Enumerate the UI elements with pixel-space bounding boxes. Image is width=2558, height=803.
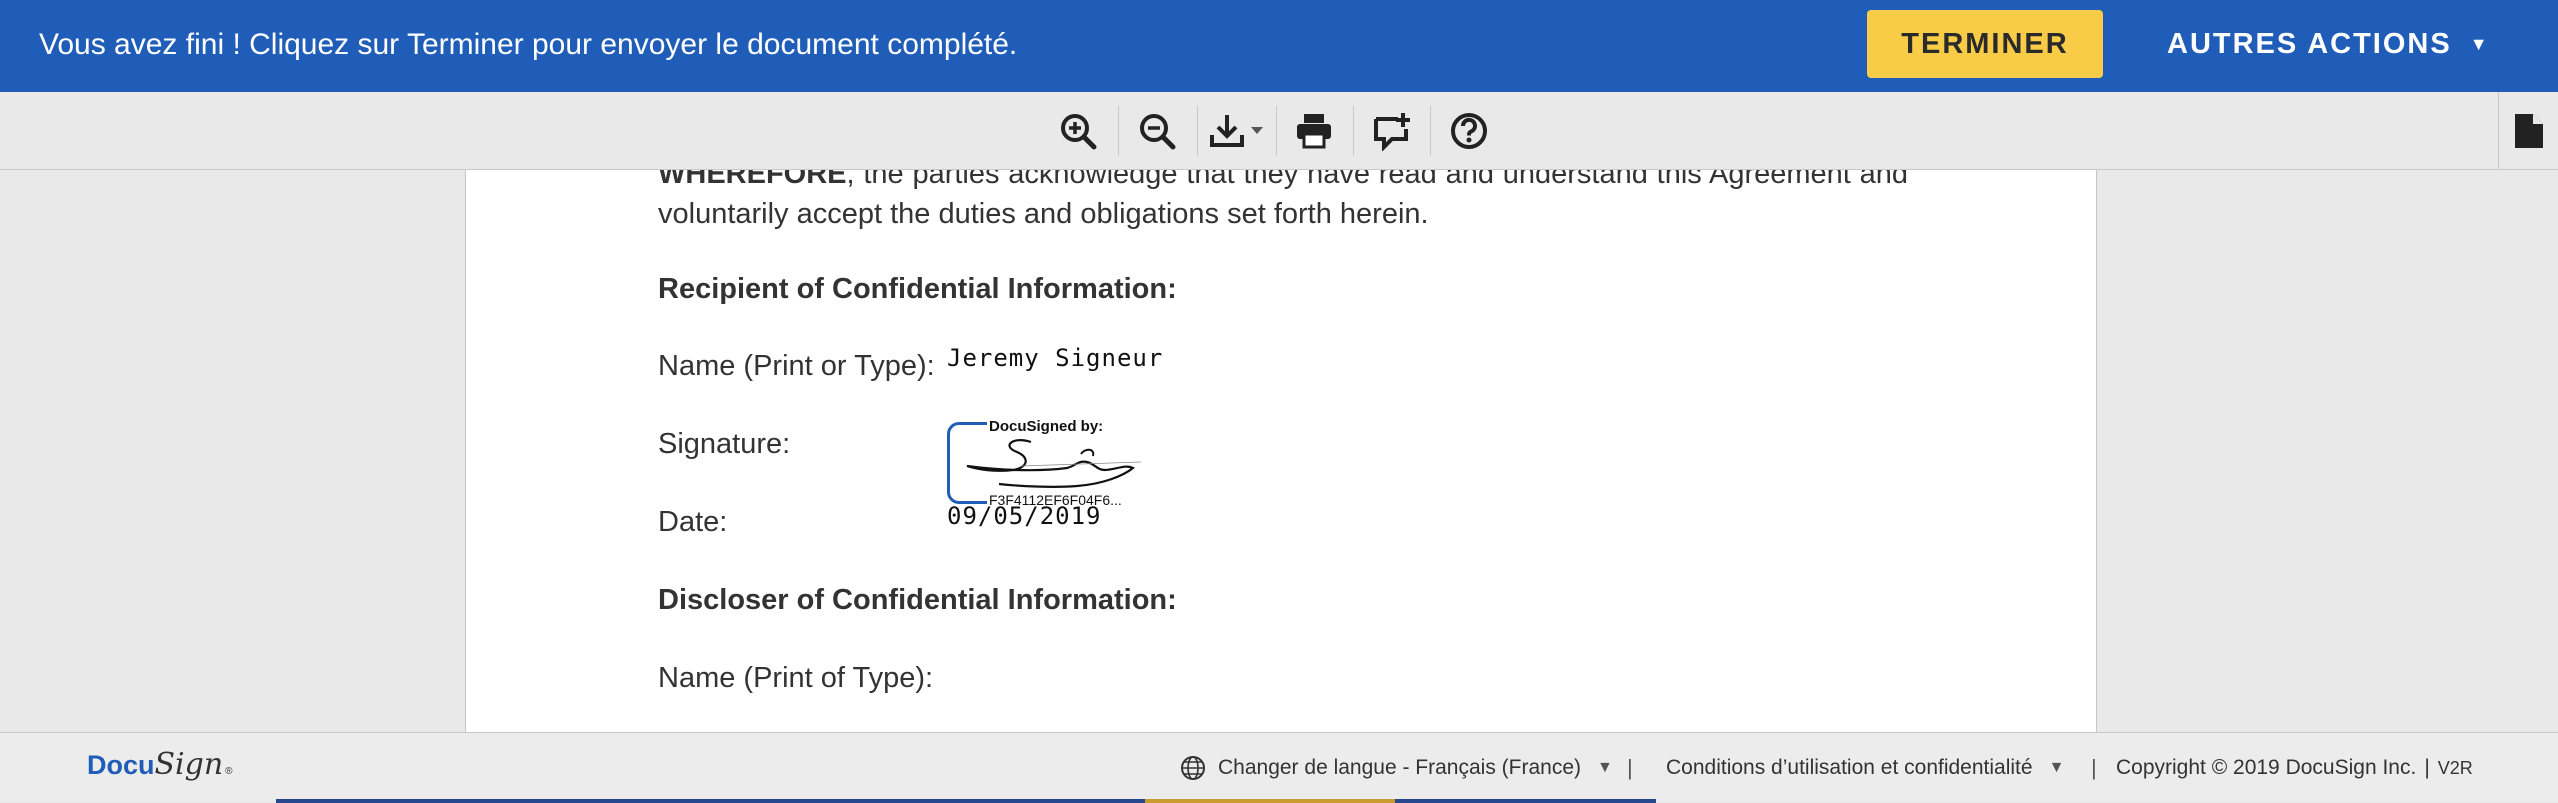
signature-label: Signature:	[658, 428, 791, 460]
handwritten-signature	[966, 439, 1142, 488]
caret-down-icon: ▼	[2469, 33, 2490, 54]
toolbar-divider	[1353, 106, 1354, 156]
banner-message: Vous avez fini ! Cliquez sur Terminer po…	[39, 28, 1018, 61]
print-button[interactable]	[1282, 104, 1346, 158]
toolbar-divider	[1197, 106, 1198, 156]
zoom-out-button[interactable]	[1125, 104, 1189, 158]
zoom-in-icon	[1061, 114, 1097, 150]
toolbar-divider	[1276, 106, 1277, 156]
document-page: WHEREFORE, the parties acknowledge that …	[465, 170, 2097, 732]
completion-banner: Vous avez fini ! Cliquez sur Terminer po…	[0, 0, 2558, 92]
footer-accent-line	[276, 799, 1656, 803]
help-button[interactable]	[1437, 104, 1501, 158]
download-button[interactable]	[1204, 104, 1274, 158]
footer-separator: |	[1627, 755, 1633, 780]
more-actions-label: AUTRES ACTIONS	[2167, 27, 2452, 60]
docusign-logo: Docu Sign ®	[87, 747, 233, 787]
terms-label: Conditions d’utilisation et confidential…	[1666, 756, 2033, 779]
version-label: V2R	[2437, 757, 2473, 778]
document-panel-button[interactable]	[2498, 92, 2558, 170]
name-label: Name (Print or Type):	[658, 350, 935, 382]
closing-bold: WHEREFORE	[658, 170, 847, 190]
logo-docu: Docu	[87, 750, 155, 780]
document-icon	[2514, 114, 2543, 148]
date-value: 09/05/2019	[947, 502, 1102, 530]
document-toolbar	[0, 92, 2558, 170]
footer-accent-line-gold	[1145, 799, 1395, 803]
footer-separator: |	[2091, 755, 2097, 780]
add-comment-icon	[1374, 113, 1410, 151]
language-selector[interactable]: Changer de langue - Français (France) ▼	[1180, 733, 1613, 803]
name-value: Jeremy Signeur	[947, 344, 1164, 372]
toolbar-divider	[1118, 106, 1119, 156]
copyright: Copyright © 2019 DocuSign Inc. | V2R	[2116, 733, 2473, 803]
footer: Docu Sign ® Changer de langue - Français (…	[0, 732, 2558, 803]
registered-mark: ®	[225, 766, 233, 777]
download-icon	[1210, 115, 1263, 147]
date-label: Date:	[658, 506, 728, 538]
copyright-text: Copyright © 2019 DocuSign Inc.	[2116, 756, 2417, 779]
logo-sign: Sign	[154, 747, 224, 782]
zoom-out-icon	[1140, 114, 1176, 150]
add-comment-button[interactable]	[1360, 104, 1424, 158]
caret-down-icon: ▼	[1597, 759, 1613, 776]
document-viewport[interactable]: WHEREFORE, the parties acknowledge that …	[0, 170, 2558, 732]
zoom-in-button[interactable]	[1046, 104, 1110, 158]
discloser-name-label: Name (Print of Type):	[658, 662, 934, 694]
signature-field[interactable]: DocuSigned by: F3F4112EF6F04F6...	[947, 418, 1157, 508]
language-label: Changer de langue - Français (France)	[1218, 756, 1582, 779]
recipient-heading: Recipient of Confidential Information:	[658, 273, 1177, 305]
discloser-heading: Discloser of Confidential Information:	[658, 584, 1177, 616]
finish-button[interactable]: TERMINER	[1867, 10, 2103, 78]
terms-privacy-link[interactable]: Conditions d’utilisation et confidential…	[1666, 733, 2064, 803]
help-icon	[1451, 113, 1487, 149]
closing-paragraph: WHEREFORE, the parties acknowledge that …	[658, 170, 1908, 234]
toolbar-divider	[1430, 106, 1431, 156]
globe-icon	[1181, 756, 1205, 780]
caret-down-icon: ▼	[2048, 759, 2065, 776]
more-actions-button[interactable]: AUTRES ACTIONS ▼	[2167, 10, 2490, 78]
print-icon	[1297, 114, 1331, 149]
footer-separator: |	[2424, 756, 2430, 779]
